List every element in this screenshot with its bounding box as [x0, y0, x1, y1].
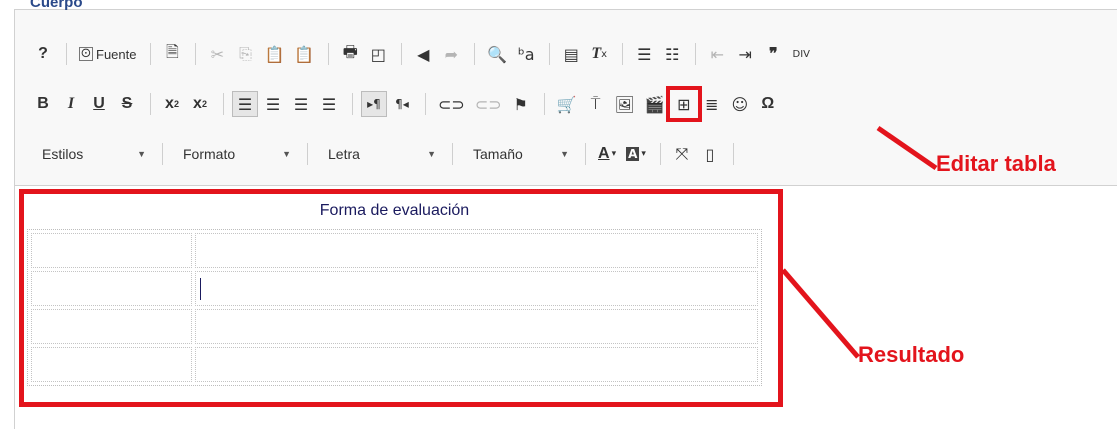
font-combo-label: Letra — [328, 146, 360, 162]
toolbar-row-2: B I U S x2 x2 ☰ ☰ ☰ ☰ ▸¶ ¶◂ ⊂⊃ ⊂⊃ ⚑ 🛒 ⍑ … — [30, 86, 783, 122]
find-icon[interactable]: 🔍 — [483, 41, 511, 67]
undo-icon[interactable]: ◀ — [410, 41, 436, 67]
toolbar-separator — [401, 43, 403, 65]
source-label: Fuente — [96, 46, 137, 62]
blockquote-icon[interactable]: ❞ — [760, 41, 786, 67]
outdent-icon[interactable]: ⇤ — [704, 41, 730, 67]
styles-combo-label: Estilos — [42, 146, 84, 162]
toolbar-separator — [223, 93, 224, 115]
align-center-icon[interactable]: ☰ — [260, 91, 286, 117]
subscript-icon[interactable]: x2 — [159, 91, 185, 117]
redo-icon[interactable]: ➦ — [438, 41, 464, 67]
toolbar-separator — [162, 143, 163, 165]
format-combo[interactable]: Formato ▼ — [171, 141, 299, 167]
toolbar-row-3: Estilos ▼ Formato ▼ Letra ▼ Tamaño ▼ A ▾ … — [30, 139, 742, 169]
superscript-icon[interactable]: x2 — [187, 91, 213, 117]
format-combo-label: Formato — [183, 146, 236, 162]
edit-table-annotation: Editar tabla — [936, 151, 1056, 176]
image-icon[interactable]: 🖼 — [611, 91, 639, 117]
indent-icon[interactable]: ⇥ — [732, 41, 758, 67]
result-annotation: Resultado — [858, 342, 965, 367]
toolbar-separator — [307, 143, 308, 165]
help-icon[interactable]: ? — [30, 41, 56, 67]
toolbar-separator — [695, 43, 697, 65]
chevron-down-icon: ▼ — [427, 149, 436, 159]
toolbar-row-1: ? ⊙ Fuente 🗎 ✂ ⎘ 📋 📋 🖶 ◰ ◀ ➦ 🔍 ᵇa ▤ Tx ☰… — [30, 39, 816, 69]
special-char-icon[interactable]: Ω — [755, 91, 781, 117]
bold-icon[interactable]: B — [30, 91, 56, 117]
screenshot-root: Cuerpo ? ⊙ Fuente 🗎 ✂ ⎘ 📋 📋 🖶 ◰ ◀ ➦ 🔍 ᵇa… — [0, 0, 1117, 429]
toolbar-separator — [474, 43, 476, 65]
toolbar-separator — [543, 93, 545, 115]
source-button[interactable]: ⊙ Fuente — [75, 41, 140, 67]
toolbar-separator — [659, 143, 661, 165]
align-left-icon[interactable]: ☰ — [232, 91, 258, 117]
italic-icon[interactable]: I — [58, 91, 84, 117]
toolbar-separator — [66, 43, 67, 65]
toolbar-separator — [585, 143, 586, 165]
background-color-icon[interactable]: A ▾ — [622, 141, 650, 167]
select-all-icon[interactable]: ▤ — [558, 41, 584, 67]
toolbar-separator — [150, 43, 152, 65]
toolbar-separator — [549, 43, 551, 65]
cart-icon[interactable]: 🛒 — [553, 91, 581, 117]
chevron-down-icon: ▼ — [282, 149, 291, 159]
flash-icon[interactable]: 🎬 — [641, 91, 669, 117]
copy-icon[interactable]: ⎘ — [232, 41, 258, 67]
toolbar-separator — [328, 43, 330, 65]
print-icon[interactable]: 🖶 — [337, 41, 363, 67]
size-combo[interactable]: Tamaño ▼ — [461, 141, 577, 167]
text-color-icon[interactable]: A ▾ — [594, 141, 620, 167]
toolbar-separator — [452, 143, 453, 165]
smiley-icon[interactable]: ☺ — [727, 91, 753, 117]
strikethrough-icon[interactable]: S — [114, 91, 140, 117]
toolbar-separator — [622, 43, 624, 65]
bulleted-list-icon[interactable]: ☷ — [659, 41, 685, 67]
link-icon[interactable]: ⊂⊃ — [434, 91, 469, 117]
rtl-icon[interactable]: ¶◂ — [389, 91, 415, 117]
numbered-list-icon[interactable]: ☰ — [631, 41, 657, 67]
source-icon: ⊙ — [79, 46, 93, 61]
font-combo[interactable]: Letra ▼ — [316, 141, 444, 167]
paste-text-icon[interactable]: 📋 — [290, 41, 318, 67]
div-icon[interactable]: DIV — [788, 41, 814, 67]
cut-icon[interactable]: ✂ — [204, 41, 230, 67]
maximize-icon[interactable]: ⤧ — [669, 141, 695, 167]
toolbar-separator — [732, 143, 734, 165]
toolbar-separator — [195, 43, 197, 65]
styles-combo[interactable]: Estilos ▼ — [30, 141, 154, 167]
pin-icon[interactable]: ⍑ — [583, 91, 609, 117]
remove-format-icon[interactable]: Tx — [586, 41, 612, 67]
chevron-down-icon: ▼ — [137, 149, 146, 159]
align-right-icon[interactable]: ☰ — [288, 91, 314, 117]
replace-icon[interactable]: ᵇa — [513, 41, 539, 67]
underline-icon[interactable]: U — [86, 91, 112, 117]
paste-icon[interactable]: 📋 — [260, 41, 288, 67]
show-blocks-icon[interactable]: ▯ — [697, 141, 723, 167]
toolbar-separator — [150, 93, 151, 115]
document-icon[interactable]: 🗎 — [159, 41, 185, 67]
chevron-down-icon: ▼ — [560, 149, 569, 159]
unlink-icon[interactable]: ⊂⊃ — [471, 91, 506, 117]
ltr-icon[interactable]: ▸¶ — [361, 91, 387, 117]
anchor-icon[interactable]: ⚑ — [508, 91, 534, 117]
toolbar-separator — [425, 93, 426, 115]
size-combo-label: Tamaño — [473, 146, 523, 162]
template-icon[interactable]: ◰ — [365, 41, 391, 67]
table-icon[interactable]: ⊞ — [665, 86, 702, 122]
toolbar-separator — [352, 93, 353, 115]
horizontal-rule-icon[interactable]: ≣ — [699, 91, 725, 117]
justify-icon[interactable]: ☰ — [316, 91, 342, 117]
result-highlight-box — [19, 189, 783, 407]
